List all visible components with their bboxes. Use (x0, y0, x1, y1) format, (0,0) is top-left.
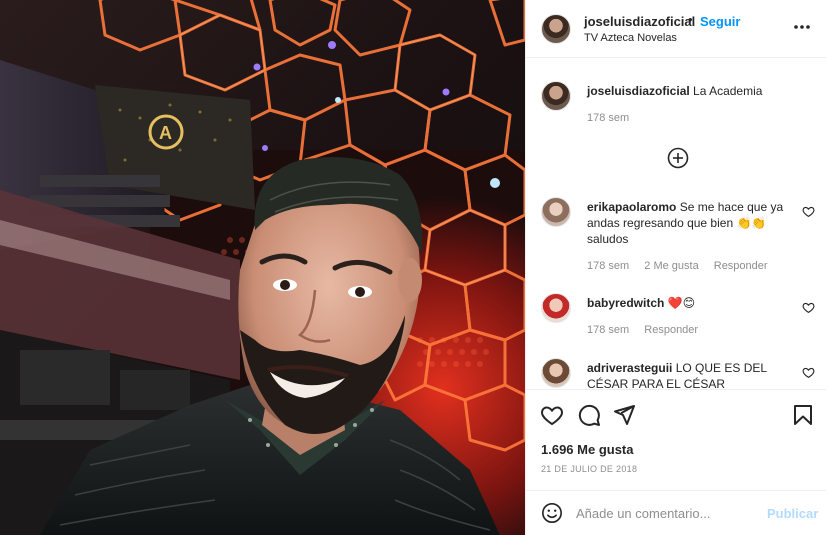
comment-text: ❤️😊 (667, 296, 696, 310)
header-separator: • (688, 12, 693, 27)
comment-avatar[interactable] (541, 197, 571, 227)
reply-button[interactable]: Responder (714, 260, 768, 272)
comment-username[interactable]: babyredwitch (587, 296, 664, 310)
follow-button[interactable]: Seguir (700, 14, 740, 29)
comment-like-heart-icon[interactable] (802, 366, 815, 379)
comment-like-heart-icon[interactable] (802, 205, 815, 218)
svg-text:A: A (159, 123, 172, 143)
comment-avatar[interactable] (541, 293, 571, 323)
comment-composer: Publicar (526, 490, 826, 535)
comment-meta: 178 sem Responder (587, 324, 710, 336)
comments-section[interactable]: joseluisdiazoficial La Academia 178 sem … (526, 59, 826, 389)
post-location[interactable]: TV Azteca Novelas (584, 32, 677, 44)
comment-like-heart-icon[interactable] (802, 301, 815, 314)
more-options-icon[interactable] (792, 17, 812, 37)
caption-text-row: joseluisdiazoficial La Academia (587, 83, 802, 99)
comment-time[interactable]: 178 sem (587, 260, 629, 272)
comment-text-row: adriverasteguii LO QUE ES DEL CÉSAR PARA… (587, 360, 802, 389)
comment-input[interactable] (576, 503, 756, 523)
comment-text-row: babyredwitch ❤️😊 (587, 295, 802, 311)
author-username[interactable]: joseluisdiazoficial (584, 14, 695, 29)
bookmark-icon[interactable] (791, 403, 815, 427)
caption-time[interactable]: 178 sem (587, 112, 629, 124)
caption-meta: 178 sem (587, 112, 641, 124)
likes-count[interactable]: 1.696 Me gusta (541, 442, 634, 457)
comment-text-row: erikapaolaromo Se me hace que ya andas r… (587, 199, 802, 247)
publish-button[interactable]: Publicar (767, 506, 818, 521)
post-side-panel: joseluisdiazoficial • Seguir TV Azteca N… (525, 0, 826, 535)
comment-time[interactable]: 178 sem (587, 324, 629, 336)
comment-likes-count[interactable]: 2 Me gusta (644, 260, 698, 272)
comment-username[interactable]: adriverasteguii (587, 361, 672, 375)
caption-username[interactable]: joseluisdiazoficial (587, 84, 690, 98)
comment-username[interactable]: erikapaolaromo (587, 200, 676, 214)
reply-button[interactable]: Responder (644, 324, 698, 336)
emoji-icon[interactable] (541, 502, 563, 524)
selfie-photo: A (0, 0, 525, 535)
caption-avatar[interactable] (541, 81, 571, 111)
paper-plane-icon[interactable] (612, 403, 636, 427)
post-actions: 1.696 Me gusta 21 DE JULIO DE 2018 (526, 389, 826, 490)
author-avatar[interactable] (541, 14, 571, 44)
plus-circle-icon[interactable] (667, 147, 689, 169)
post-header: joseluisdiazoficial • Seguir TV Azteca N… (526, 0, 826, 58)
post-photo[interactable]: A (0, 0, 525, 535)
post-date[interactable]: 21 DE JULIO DE 2018 (541, 464, 637, 474)
heart-icon[interactable] (540, 403, 564, 427)
comment-avatar[interactable] (541, 358, 571, 388)
caption-text: La Academia (693, 84, 763, 98)
comment-meta: 178 sem 2 Me gusta Responder (587, 260, 780, 272)
comment-icon[interactable] (577, 403, 601, 427)
